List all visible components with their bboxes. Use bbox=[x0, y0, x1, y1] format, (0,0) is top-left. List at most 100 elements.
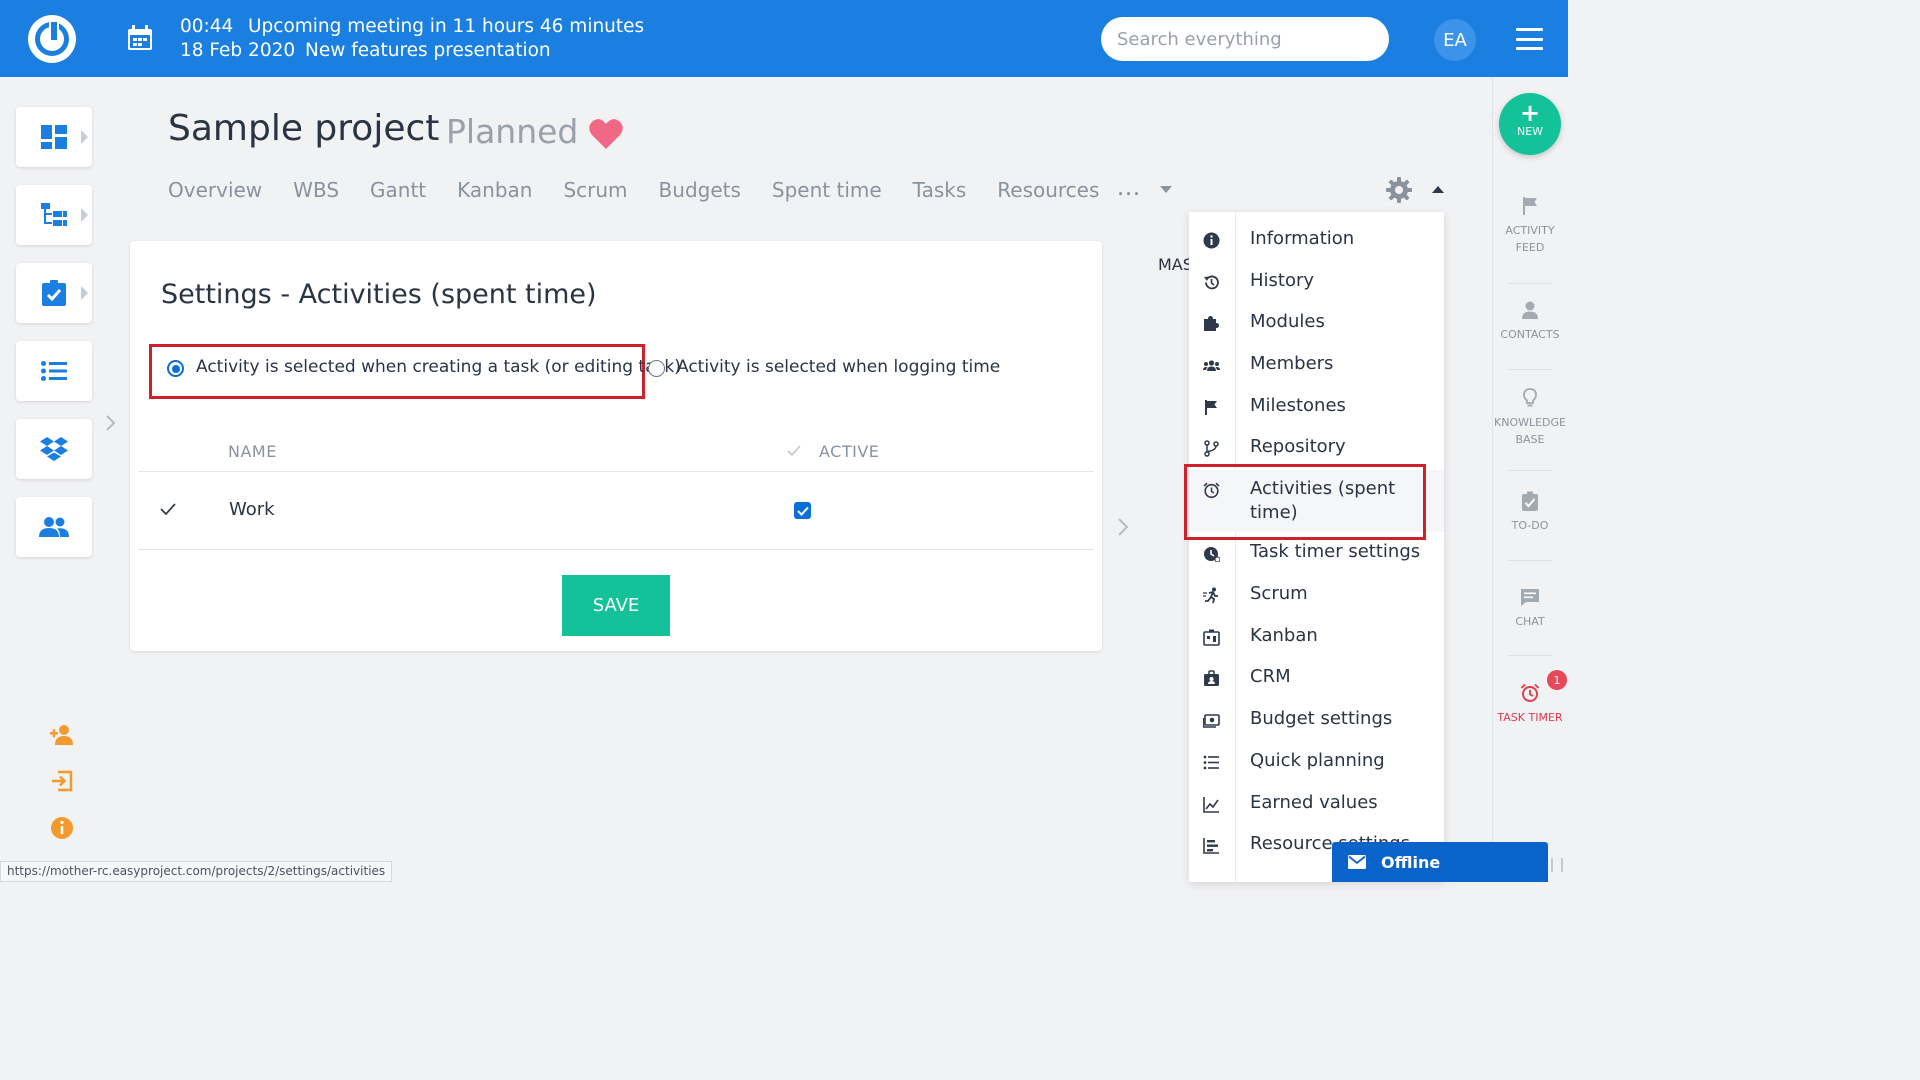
add-user-icon[interactable] bbox=[50, 723, 74, 747]
gear-icon[interactable] bbox=[1386, 177, 1412, 203]
status-bar-url: https://mother-rc.easyproject.com/projec… bbox=[0, 861, 393, 882]
partial-label: MAS bbox=[1158, 255, 1193, 274]
menu-item-scrum[interactable]: Scrum bbox=[1189, 575, 1444, 616]
sidebar-dropbox-button[interactable] bbox=[16, 419, 92, 479]
sign-in-icon[interactable] bbox=[50, 769, 74, 793]
menu-item-kanban[interactable]: Kanban bbox=[1189, 617, 1444, 658]
active-checkbox[interactable] bbox=[794, 502, 811, 519]
tab-scrum[interactable]: Scrum bbox=[563, 178, 627, 202]
money-icon bbox=[1203, 714, 1220, 728]
tab-spent-time[interactable]: Spent time bbox=[772, 178, 882, 202]
top-bar: 00:44 18 Feb 2020 Upcoming meeting in 11… bbox=[0, 0, 1568, 77]
sidebar-list-button[interactable] bbox=[16, 341, 92, 401]
resize-handle-icon[interactable] bbox=[1550, 855, 1564, 875]
todo-button[interactable]: TO-DO bbox=[1492, 491, 1568, 534]
runner-icon bbox=[1203, 587, 1218, 604]
list-icon bbox=[41, 361, 67, 381]
menu-item-earned-values[interactable]: Earned values bbox=[1189, 784, 1444, 825]
alarm-icon bbox=[1520, 683, 1540, 702]
activity-feed-button[interactable]: ACTIVITY FEED bbox=[1492, 196, 1568, 256]
menu-item-members[interactable]: Members bbox=[1189, 345, 1444, 386]
chevron-right-icon[interactable] bbox=[1116, 517, 1130, 537]
clipboard-check-icon bbox=[1522, 491, 1538, 511]
history-icon bbox=[1204, 275, 1219, 290]
flag-icon bbox=[1205, 400, 1217, 415]
menu-item-history[interactable]: History bbox=[1189, 262, 1444, 303]
dropbox-icon bbox=[40, 437, 68, 461]
hamburger-menu-icon[interactable] bbox=[1516, 28, 1543, 50]
radio-logging-time-label[interactable]: Activity is selected when logging time bbox=[677, 357, 1000, 377]
column-header-active[interactable]: ACTIVE bbox=[819, 442, 879, 461]
radio-logging-time[interactable] bbox=[648, 360, 665, 377]
hierarchy-icon bbox=[41, 203, 67, 226]
meeting-subtitle[interactable]: New features presentation bbox=[305, 39, 551, 63]
radio-create-task-label[interactable]: Activity is selected when creating a tas… bbox=[196, 357, 681, 377]
tab-tasks[interactable]: Tasks bbox=[913, 178, 967, 202]
mail-icon bbox=[1348, 855, 1366, 869]
puzzle-icon bbox=[1204, 316, 1219, 331]
new-button[interactable]: + NEW bbox=[1499, 93, 1561, 155]
chart-icon bbox=[1203, 797, 1219, 813]
tab-kanban[interactable]: Kanban bbox=[457, 178, 532, 202]
project-tabs: Overview WBS Gantt Kanban Scrum Budgets … bbox=[168, 178, 1130, 202]
knowledge-base-button[interactable]: KNOWLEDGE BASE bbox=[1492, 388, 1568, 448]
menu-item-repository[interactable]: Repository bbox=[1189, 428, 1444, 469]
chevron-down-icon[interactable] bbox=[1160, 186, 1172, 193]
menu-item-milestones[interactable]: Milestones bbox=[1189, 387, 1444, 428]
check-all-icon[interactable] bbox=[787, 445, 801, 457]
tab-gantt[interactable]: Gantt bbox=[370, 178, 426, 202]
resource-icon bbox=[1203, 838, 1219, 854]
chevron-up-icon[interactable] bbox=[1432, 186, 1444, 193]
save-button[interactable]: SAVE bbox=[562, 575, 670, 636]
menu-item-quick-planning[interactable]: Quick planning bbox=[1189, 742, 1444, 783]
offline-chat-button[interactable]: Offline bbox=[1332, 842, 1548, 882]
tab-wbs[interactable]: WBS bbox=[293, 178, 339, 202]
task-timer-badge: 1 bbox=[1547, 670, 1567, 690]
flag-icon bbox=[1523, 197, 1537, 215]
menu-item-information[interactable]: Information bbox=[1189, 220, 1444, 261]
menu-item-modules[interactable]: Modules bbox=[1189, 303, 1444, 344]
activity-name: Work bbox=[229, 499, 275, 520]
calendar-icon[interactable] bbox=[126, 24, 154, 52]
app-logo-icon[interactable] bbox=[28, 15, 76, 63]
sidebar-tasks-button[interactable] bbox=[16, 263, 92, 323]
settings-card: Settings - Activities (spent time) Activ… bbox=[130, 241, 1102, 651]
dashboard-icon bbox=[41, 125, 67, 149]
radio-create-task[interactable] bbox=[167, 360, 184, 377]
contacts-button[interactable]: CONTACTS bbox=[1492, 300, 1568, 343]
sidebar-wbs-button[interactable] bbox=[16, 185, 92, 245]
new-label: NEW bbox=[1516, 125, 1544, 138]
chat-icon bbox=[1521, 589, 1539, 606]
search-input[interactable] bbox=[1101, 17, 1389, 61]
users-icon bbox=[39, 517, 69, 537]
menu-item-budget-settings[interactable]: Budget settings bbox=[1189, 700, 1444, 741]
list-icon bbox=[1203, 755, 1219, 770]
meeting-title[interactable]: Upcoming meeting in 11 hours 46 minutes bbox=[248, 15, 644, 39]
meeting-date[interactable]: 18 Feb 2020 bbox=[180, 39, 295, 63]
timer-icon bbox=[1204, 547, 1220, 562]
sidebar-users-button[interactable] bbox=[16, 497, 92, 557]
row-check-icon bbox=[160, 503, 176, 516]
meeting-time[interactable]: 00:44 bbox=[180, 15, 233, 39]
plus-icon: + bbox=[1519, 99, 1541, 127]
info-circle-icon[interactable] bbox=[50, 816, 74, 840]
expand-sidebar-chevron-icon[interactable] bbox=[104, 414, 118, 432]
avatar[interactable]: EA bbox=[1434, 19, 1476, 61]
project-settings-menu: Information History Modules Members Mile… bbox=[1189, 212, 1444, 882]
members-icon bbox=[1203, 360, 1220, 371]
lightbulb-icon bbox=[1523, 388, 1537, 407]
project-status: Planned bbox=[446, 112, 579, 151]
favorite-heart-icon[interactable] bbox=[589, 118, 623, 150]
column-header-name[interactable]: NAME bbox=[228, 442, 277, 461]
menu-item-crm[interactable]: CRM bbox=[1189, 658, 1444, 699]
tab-budgets[interactable]: Budgets bbox=[659, 178, 741, 202]
tab-resources[interactable]: Resources bbox=[997, 178, 1099, 202]
briefcase-icon bbox=[1204, 670, 1219, 686]
kanban-icon bbox=[1203, 629, 1220, 646]
tab-overview[interactable]: Overview bbox=[168, 178, 262, 202]
more-tabs-button[interactable]: ... bbox=[1117, 176, 1141, 201]
sidebar-dashboard-button[interactable] bbox=[16, 107, 92, 167]
divider bbox=[138, 471, 1094, 472]
person-icon bbox=[1522, 301, 1538, 319]
chat-button[interactable]: CHAT bbox=[1492, 587, 1568, 630]
